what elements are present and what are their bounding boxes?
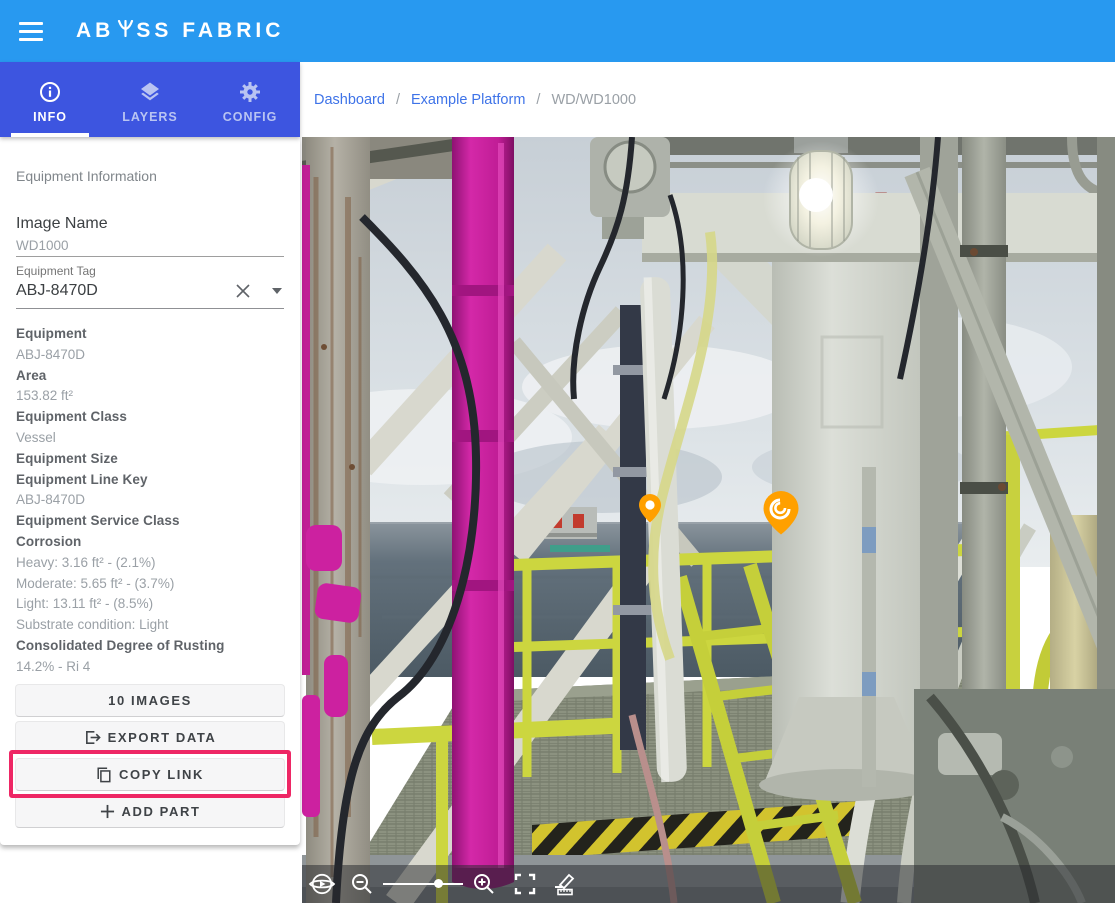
breadcrumb-platform-link[interactable]: Example Platform xyxy=(411,92,525,108)
tab-config[interactable]: CONFIG xyxy=(200,62,300,137)
detail-line: Equipment Size xyxy=(16,449,284,470)
detail-line: Equipment xyxy=(16,324,284,345)
detail-line: Equipment Service Class xyxy=(16,511,284,532)
zoom-slider-thumb[interactable] xyxy=(434,879,443,888)
copy-link-button-label: COPY LINK xyxy=(119,767,204,782)
plus-icon xyxy=(100,804,115,819)
equipment-tag-input[interactable]: ABJ-8470D xyxy=(16,282,231,300)
tab-info[interactable]: INFO xyxy=(0,62,100,137)
equipment-tag-underline xyxy=(16,308,284,309)
export-button-label: EXPORT DATA xyxy=(108,730,217,745)
gear-icon xyxy=(238,80,262,104)
measure-icon[interactable] xyxy=(552,872,576,896)
panel-section-title: Equipment Information xyxy=(16,168,157,184)
detail-line: 153.82 ft² xyxy=(16,386,284,407)
panorama-view-icon[interactable] xyxy=(308,873,336,895)
app-header: AB SS FABRIC xyxy=(0,0,1115,62)
logo-text-left: AB xyxy=(76,19,114,43)
copy-link-button[interactable]: COPY LINK xyxy=(15,758,285,791)
zoom-in-icon[interactable] xyxy=(472,872,496,896)
equipment-tag-label: Equipment Tag xyxy=(16,264,96,278)
panorama-viewer[interactable]: E xyxy=(302,137,1115,903)
detail-line: Heavy: 3.16 ft² - (2.1%) xyxy=(16,553,284,574)
tab-layers-label: LAYERS xyxy=(122,110,178,124)
add-part-button-label: ADD PART xyxy=(122,804,201,819)
export-data-button[interactable]: EXPORT DATA xyxy=(15,721,285,754)
detail-line: Equipment Line Key xyxy=(16,470,284,491)
dropdown-caret-icon[interactable] xyxy=(272,288,282,294)
image-name-underline xyxy=(16,256,284,257)
zoom-slider[interactable] xyxy=(383,874,463,894)
breadcrumb-current-page: WD/WD1000 xyxy=(551,92,636,108)
detail-line: Area xyxy=(16,366,284,387)
export-icon xyxy=(84,729,101,746)
detail-line: Vessel xyxy=(16,428,284,449)
detail-line: Corrosion xyxy=(16,532,284,553)
detail-line: 14.2% - Ri 4 xyxy=(16,657,284,678)
breadcrumb-separator: / xyxy=(536,92,540,108)
breadcrumb-separator: / xyxy=(396,92,400,108)
sidebar-tabbar: INFO LAYERS CONFI xyxy=(0,62,300,137)
info-icon xyxy=(38,80,62,104)
detail-line: Consolidated Degree of Rusting xyxy=(16,636,284,657)
copy-icon xyxy=(96,766,112,783)
detail-line: ABJ-8470D xyxy=(16,345,284,366)
detail-line: Equipment Class xyxy=(16,407,284,428)
clear-icon[interactable] xyxy=(231,279,255,303)
tab-config-label: CONFIG xyxy=(223,110,278,124)
zoom-slider-track[interactable] xyxy=(383,883,463,885)
tab-layers[interactable]: LAYERS xyxy=(100,62,200,137)
add-part-button[interactable]: ADD PART xyxy=(15,795,285,828)
tab-info-label: INFO xyxy=(33,110,67,124)
image-name-label: Image Name xyxy=(16,215,108,233)
fullscreen-icon[interactable] xyxy=(514,873,536,895)
layers-icon xyxy=(138,80,162,104)
hamburger-menu-icon[interactable] xyxy=(11,11,51,51)
breadcrumb-dashboard-link[interactable]: Dashboard xyxy=(314,92,385,108)
breadcrumb: Dashboard / Example Platform / WD/WD1000 xyxy=(300,62,1115,137)
detail-line: Light: 13.11 ft² - (8.5%) xyxy=(16,594,284,615)
equipment-details: Equipment ABJ-8470D Area 153.82 ft² Equi… xyxy=(16,324,284,678)
equipment-highlight-pipe[interactable] xyxy=(452,137,514,889)
images-button-label: 10 IMAGES xyxy=(108,693,192,708)
logo-trident-glyph xyxy=(117,20,134,37)
images-button[interactable]: 10 IMAGES xyxy=(15,684,285,717)
zoom-out-icon[interactable] xyxy=(350,872,374,896)
app-logo: AB SS FABRIC xyxy=(76,19,284,43)
detail-line: ABJ-8470D xyxy=(16,490,284,511)
info-panel: Equipment Information Image Name WD1000 … xyxy=(0,137,300,845)
detail-line: Substrate condition: Light xyxy=(16,615,284,636)
image-name-value: WD1000 xyxy=(16,238,69,253)
detail-line: Moderate: 5.65 ft² - (3.7%) xyxy=(16,574,284,595)
logo-text-right: SS FABRIC xyxy=(136,19,284,43)
platform-photo[interactable]: E xyxy=(302,137,1115,903)
viewer-toolbar xyxy=(302,865,1115,903)
